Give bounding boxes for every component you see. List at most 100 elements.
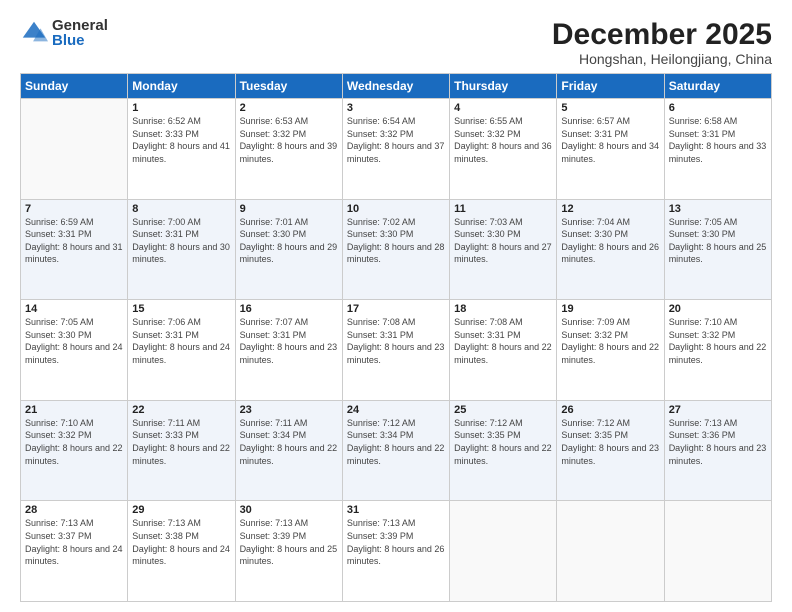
table-row: 8Sunrise: 7:00 AMSunset: 3:31 PMDaylight… [128, 199, 235, 300]
header-tuesday: Tuesday [235, 74, 342, 99]
day-number: 19 [561, 303, 659, 315]
day-number: 3 [347, 102, 445, 114]
day-info: Sunrise: 7:04 AMSunset: 3:30 PMDaylight:… [561, 216, 659, 266]
calendar-table: Sunday Monday Tuesday Wednesday Thursday… [20, 73, 772, 602]
day-number: 23 [240, 404, 338, 416]
day-info: Sunrise: 7:03 AMSunset: 3:30 PMDaylight:… [454, 216, 552, 266]
day-number: 26 [561, 404, 659, 416]
table-row: 15Sunrise: 7:06 AMSunset: 3:31 PMDayligh… [128, 300, 235, 401]
table-row: 1Sunrise: 6:52 AMSunset: 3:33 PMDaylight… [128, 99, 235, 200]
calendar-header-row: Sunday Monday Tuesday Wednesday Thursday… [21, 74, 772, 99]
logo: General Blue [20, 18, 108, 48]
calendar-week-row: 14Sunrise: 7:05 AMSunset: 3:30 PMDayligh… [21, 300, 772, 401]
table-row: 18Sunrise: 7:08 AMSunset: 3:31 PMDayligh… [450, 300, 557, 401]
day-info: Sunrise: 6:52 AMSunset: 3:33 PMDaylight:… [132, 115, 230, 165]
day-info: Sunrise: 7:07 AMSunset: 3:31 PMDaylight:… [240, 316, 338, 366]
table-row: 16Sunrise: 7:07 AMSunset: 3:31 PMDayligh… [235, 300, 342, 401]
table-row [450, 501, 557, 602]
header-thursday: Thursday [450, 74, 557, 99]
day-number: 4 [454, 102, 552, 114]
day-info: Sunrise: 7:10 AMSunset: 3:32 PMDaylight:… [669, 316, 767, 366]
header-sunday: Sunday [21, 74, 128, 99]
table-row: 31Sunrise: 7:13 AMSunset: 3:39 PMDayligh… [342, 501, 449, 602]
table-row: 20Sunrise: 7:10 AMSunset: 3:32 PMDayligh… [664, 300, 771, 401]
day-info: Sunrise: 7:05 AMSunset: 3:30 PMDaylight:… [669, 216, 767, 266]
table-row: 9Sunrise: 7:01 AMSunset: 3:30 PMDaylight… [235, 199, 342, 300]
page-container: General Blue December 2025 Hongshan, Hei… [0, 0, 792, 612]
day-info: Sunrise: 6:53 AMSunset: 3:32 PMDaylight:… [240, 115, 338, 165]
header-monday: Monday [128, 74, 235, 99]
day-number: 17 [347, 303, 445, 315]
day-number: 20 [669, 303, 767, 315]
table-row: 3Sunrise: 6:54 AMSunset: 3:32 PMDaylight… [342, 99, 449, 200]
table-row: 10Sunrise: 7:02 AMSunset: 3:30 PMDayligh… [342, 199, 449, 300]
day-number: 6 [669, 102, 767, 114]
calendar-week-row: 1Sunrise: 6:52 AMSunset: 3:33 PMDaylight… [21, 99, 772, 200]
day-number: 11 [454, 203, 552, 215]
day-number: 9 [240, 203, 338, 215]
table-row [21, 99, 128, 200]
table-row: 30Sunrise: 7:13 AMSunset: 3:39 PMDayligh… [235, 501, 342, 602]
day-number: 2 [240, 102, 338, 114]
day-number: 14 [25, 303, 123, 315]
table-row: 29Sunrise: 7:13 AMSunset: 3:38 PMDayligh… [128, 501, 235, 602]
calendar-week-row: 28Sunrise: 7:13 AMSunset: 3:37 PMDayligh… [21, 501, 772, 602]
calendar-title: December 2025 [552, 18, 772, 51]
day-number: 30 [240, 504, 338, 516]
day-number: 1 [132, 102, 230, 114]
day-number: 5 [561, 102, 659, 114]
logo-general-text: General [52, 18, 108, 33]
day-info: Sunrise: 7:02 AMSunset: 3:30 PMDaylight:… [347, 216, 445, 266]
header: General Blue December 2025 Hongshan, Hei… [20, 18, 772, 67]
calendar-week-row: 7Sunrise: 6:59 AMSunset: 3:31 PMDaylight… [21, 199, 772, 300]
header-friday: Friday [557, 74, 664, 99]
day-info: Sunrise: 6:58 AMSunset: 3:31 PMDaylight:… [669, 115, 767, 165]
day-number: 27 [669, 404, 767, 416]
day-number: 15 [132, 303, 230, 315]
day-info: Sunrise: 7:11 AMSunset: 3:33 PMDaylight:… [132, 417, 230, 467]
logo-blue-text: Blue [52, 33, 108, 48]
day-info: Sunrise: 7:10 AMSunset: 3:32 PMDaylight:… [25, 417, 123, 467]
day-info: Sunrise: 7:06 AMSunset: 3:31 PMDaylight:… [132, 316, 230, 366]
table-row: 4Sunrise: 6:55 AMSunset: 3:32 PMDaylight… [450, 99, 557, 200]
table-row: 25Sunrise: 7:12 AMSunset: 3:35 PMDayligh… [450, 400, 557, 501]
day-info: Sunrise: 7:13 AMSunset: 3:37 PMDaylight:… [25, 517, 123, 567]
table-row: 19Sunrise: 7:09 AMSunset: 3:32 PMDayligh… [557, 300, 664, 401]
table-row: 2Sunrise: 6:53 AMSunset: 3:32 PMDaylight… [235, 99, 342, 200]
day-info: Sunrise: 7:00 AMSunset: 3:31 PMDaylight:… [132, 216, 230, 266]
calendar-week-row: 21Sunrise: 7:10 AMSunset: 3:32 PMDayligh… [21, 400, 772, 501]
day-info: Sunrise: 7:11 AMSunset: 3:34 PMDaylight:… [240, 417, 338, 467]
title-block: December 2025 Hongshan, Heilongjiang, Ch… [552, 18, 772, 67]
day-info: Sunrise: 6:55 AMSunset: 3:32 PMDaylight:… [454, 115, 552, 165]
logo-icon [20, 19, 48, 47]
day-number: 16 [240, 303, 338, 315]
header-wednesday: Wednesday [342, 74, 449, 99]
day-info: Sunrise: 7:08 AMSunset: 3:31 PMDaylight:… [454, 316, 552, 366]
day-info: Sunrise: 7:12 AMSunset: 3:35 PMDaylight:… [561, 417, 659, 467]
day-info: Sunrise: 7:13 AMSunset: 3:39 PMDaylight:… [240, 517, 338, 567]
table-row [664, 501, 771, 602]
day-number: 10 [347, 203, 445, 215]
day-info: Sunrise: 7:08 AMSunset: 3:31 PMDaylight:… [347, 316, 445, 366]
day-info: Sunrise: 7:13 AMSunset: 3:36 PMDaylight:… [669, 417, 767, 467]
day-number: 31 [347, 504, 445, 516]
table-row: 28Sunrise: 7:13 AMSunset: 3:37 PMDayligh… [21, 501, 128, 602]
day-number: 18 [454, 303, 552, 315]
day-info: Sunrise: 7:12 AMSunset: 3:35 PMDaylight:… [454, 417, 552, 467]
day-number: 24 [347, 404, 445, 416]
day-number: 13 [669, 203, 767, 215]
day-info: Sunrise: 6:57 AMSunset: 3:31 PMDaylight:… [561, 115, 659, 165]
table-row: 13Sunrise: 7:05 AMSunset: 3:30 PMDayligh… [664, 199, 771, 300]
table-row: 11Sunrise: 7:03 AMSunset: 3:30 PMDayligh… [450, 199, 557, 300]
day-info: Sunrise: 7:01 AMSunset: 3:30 PMDaylight:… [240, 216, 338, 266]
day-info: Sunrise: 7:09 AMSunset: 3:32 PMDaylight:… [561, 316, 659, 366]
table-row: 23Sunrise: 7:11 AMSunset: 3:34 PMDayligh… [235, 400, 342, 501]
table-row: 21Sunrise: 7:10 AMSunset: 3:32 PMDayligh… [21, 400, 128, 501]
day-number: 29 [132, 504, 230, 516]
table-row: 7Sunrise: 6:59 AMSunset: 3:31 PMDaylight… [21, 199, 128, 300]
table-row: 24Sunrise: 7:12 AMSunset: 3:34 PMDayligh… [342, 400, 449, 501]
day-info: Sunrise: 7:12 AMSunset: 3:34 PMDaylight:… [347, 417, 445, 467]
day-number: 28 [25, 504, 123, 516]
table-row: 6Sunrise: 6:58 AMSunset: 3:31 PMDaylight… [664, 99, 771, 200]
day-number: 12 [561, 203, 659, 215]
